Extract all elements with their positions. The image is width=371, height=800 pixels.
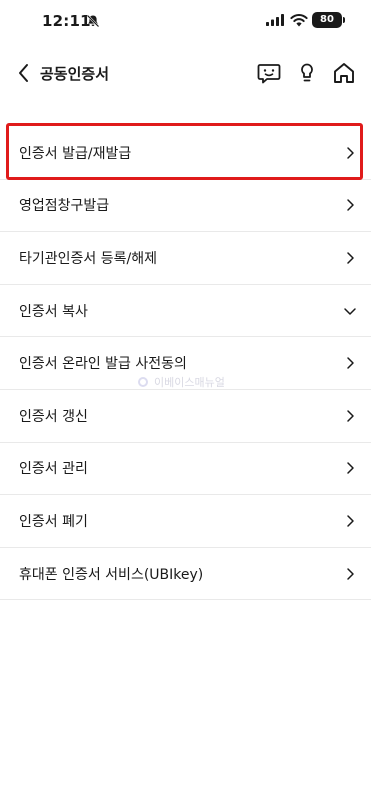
home-icon[interactable] [331,60,357,86]
chatbot-icon[interactable] [256,60,282,86]
certificate-menu-list: 인증서 발급/재발급 영업점창구발급 타기관인증서 등록/해제 인증서 복사 인… [0,123,371,601]
back-arrow-icon[interactable] [12,60,36,86]
chevron-right-icon [347,252,354,264]
menu-item-other-institution[interactable]: 타기관인증서 등록/해제 [0,232,371,285]
status-time: 12:11 [42,12,91,30]
page-title: 공동인증서 [40,65,110,83]
menu-item-label: 인증서 발급/재발급 [19,145,132,162]
menu-item-label: 타기관인증서 등록/해제 [19,250,157,267]
menu-item-label: 인증서 관리 [19,461,88,478]
status-bar: 12:11 80 [0,0,371,44]
app-header: 공동인증서 [0,50,371,96]
chevron-right-icon [347,515,354,527]
menu-item-label: 인증서 복사 [19,303,88,320]
chevron-right-icon [347,199,354,212]
bell-slash-icon [86,14,100,28]
menu-item-copy[interactable]: 인증서 복사 [0,285,371,338]
chevron-right-icon [347,147,354,159]
menu-item-label: 인증서 폐기 [19,513,88,530]
menu-item-label: 인증서 온라인 발급 사전동의 [19,356,187,373]
menu-item-mobile-ubikey[interactable]: 휴대폰 인증서 서비스(UBIkey) [0,548,371,601]
chevron-right-icon [347,357,354,369]
cellular-signal-icon [266,14,284,26]
menu-item-issue-reissue[interactable]: 인증서 발급/재발급 [0,123,371,180]
menu-item-manage[interactable]: 인증서 관리 [0,443,371,496]
watermark-text: 이베이스매뉴얼 [154,376,225,389]
menu-item-label: 영업점창구발급 [19,198,110,215]
menu-item-label: 인증서 갱신 [19,408,88,425]
menu-item-revoke[interactable]: 인증서 폐기 [0,495,371,548]
battery-icon: 80 [312,12,342,28]
watermark-logo-icon [138,377,148,387]
watermark: 이베이스매뉴얼 [138,374,225,390]
menu-item-renew[interactable]: 인증서 갱신 [0,390,371,443]
battery-tip [343,17,345,23]
chevron-down-icon [344,307,356,315]
chevron-right-icon [347,462,354,475]
menu-item-branch-issue[interactable]: 영업점창구발급 [0,180,371,233]
chevron-right-icon [347,567,354,580]
wifi-icon [290,14,308,27]
chevron-right-icon [347,410,354,422]
lightbulb-icon[interactable] [294,60,320,86]
menu-item-label: 휴대폰 인증서 서비스(UBIkey) [19,566,204,583]
